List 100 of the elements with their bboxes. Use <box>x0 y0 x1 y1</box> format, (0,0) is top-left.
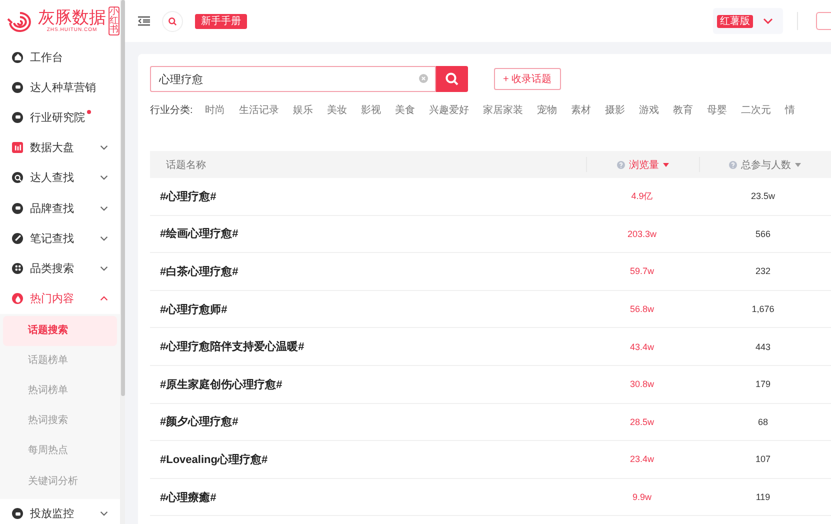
view-count: 9.9w <box>632 492 652 502</box>
sidebar-item[interactable]: 品类搜索 <box>0 253 120 284</box>
view-count: 56.8w <box>630 304 654 314</box>
participant-count: 232 <box>755 266 771 276</box>
category-label: 行业分类: <box>150 104 193 117</box>
category-tag[interactable]: 美妆 <box>326 103 347 117</box>
menu-icon <box>12 142 23 154</box>
view-count: 203.3w <box>627 228 657 239</box>
sidebar-item[interactable]: 达人种草营销 <box>0 72 120 102</box>
menu-icon <box>12 508 23 520</box>
view-count: 30.8w <box>630 379 654 390</box>
search-button[interactable] <box>436 66 468 92</box>
topic-name[interactable]: #心理疗愈陪伴支持爱心温暖# <box>160 339 304 354</box>
menu-label: 行业研究院 <box>30 110 85 125</box>
category-tag[interactable]: 游戏 <box>638 103 659 117</box>
collect-topic-button[interactable]: + 收录话题 <box>494 68 561 90</box>
search-icon <box>168 16 177 26</box>
view-count: 23.4w <box>630 454 654 464</box>
submenu-item[interactable]: 热词搜索 <box>3 406 117 436</box>
scrollbar-thumb[interactable] <box>121 0 125 396</box>
header-button[interactable] <box>816 12 831 30</box>
topic-name[interactable]: #白茶心理疗愈# <box>160 264 238 279</box>
column-header[interactable]: 总参与人数 <box>741 158 791 172</box>
menu-icon <box>12 172 23 184</box>
category-tag[interactable]: 教育 <box>672 103 693 117</box>
participant-count: 68 <box>758 416 768 427</box>
menu-icon <box>12 52 23 63</box>
menu-icon <box>12 202 23 214</box>
chevron-icon <box>763 18 773 24</box>
category-tag[interactable]: 影视 <box>360 103 381 117</box>
category-tag[interactable]: 摄影 <box>604 103 625 117</box>
sidebar-item[interactable]: 品牌查找 <box>0 192 120 224</box>
topic-name[interactable]: #心理療癒# <box>160 490 216 505</box>
participant-count: 1,676 <box>752 304 774 314</box>
category-tag[interactable]: 娱乐 <box>292 103 313 117</box>
participant-count: 107 <box>755 454 771 464</box>
logo-badge: 小红书 <box>108 6 120 36</box>
version-badge: 红薯版 <box>717 14 753 28</box>
topic-name[interactable]: #Lovealing心理疗愈# <box>160 452 268 467</box>
menu-label: 投放监控 <box>30 507 74 522</box>
help-icon[interactable] <box>729 160 737 168</box>
category-tag[interactable]: 宠物 <box>536 103 557 117</box>
guide-button[interactable]: 新手手册 <box>195 14 247 28</box>
topic-name[interactable]: #心理疗愈# <box>160 188 216 204</box>
clear-icon[interactable] <box>419 74 428 83</box>
sidebar-item[interactable]: 热门内容 <box>0 284 120 314</box>
sidebar-item[interactable]: 投放监控 <box>0 498 120 524</box>
sort-caret-icon[interactable] <box>663 162 669 166</box>
submenu-item[interactable]: 话题榜单 <box>3 346 117 376</box>
search-field[interactable]: 心理疗愈 <box>150 66 436 92</box>
category-tag[interactable]: 美食 <box>394 103 415 117</box>
participant-count: 566 <box>755 228 771 239</box>
version-selector[interactable]: 红薯版 <box>713 8 783 34</box>
logo-name: 灰豚数据 <box>38 9 106 27</box>
column-header: 话题名称 <box>166 158 206 172</box>
sidebar-item[interactable]: 笔记查找 <box>0 223 120 254</box>
search-icon <box>445 72 459 86</box>
menu-icon <box>12 262 23 274</box>
submenu-item[interactable]: 话题搜索 <box>3 316 117 346</box>
search-button[interactable] <box>162 10 183 32</box>
category-tag[interactable]: 情 <box>784 103 795 117</box>
sidebar-item[interactable]: 数据大盘 <box>0 132 120 163</box>
view-count: 43.4w <box>630 342 654 352</box>
topic-name[interactable]: #心理疗愈师# <box>160 302 228 317</box>
view-count: 4.9亿 <box>631 190 653 203</box>
menu-label: 工作台 <box>30 50 63 65</box>
submenu-item[interactable]: 每周热点 <box>3 436 117 467</box>
menu-label: 笔记查找 <box>30 232 74 246</box>
participant-count: 443 <box>755 342 771 352</box>
collapse-menu-icon[interactable] <box>138 16 150 26</box>
menu-label: 数据大盘 <box>30 141 74 156</box>
sidebar-item[interactable]: 达人查找 <box>0 162 120 193</box>
menu-label: 品类搜索 <box>30 262 74 276</box>
view-count: 28.5w <box>630 416 654 427</box>
menu-icon <box>12 82 23 93</box>
menu-icon <box>12 112 23 123</box>
category-tag[interactable]: 素材 <box>570 103 591 117</box>
column-header[interactable]: 浏览量 <box>629 158 659 172</box>
participant-count: 119 <box>756 492 770 502</box>
menu-icon <box>12 293 23 304</box>
category-tag[interactable]: 生活记录 <box>238 103 279 117</box>
category-tag[interactable]: 时尚 <box>204 103 225 117</box>
help-icon[interactable] <box>617 160 625 168</box>
view-count: 59.7w <box>630 266 654 276</box>
menu-icon <box>12 232 23 244</box>
menu-label: 达人查找 <box>30 171 74 186</box>
sidebar-item[interactable]: 行业研究院 <box>0 102 120 133</box>
sort-caret-icon[interactable] <box>795 162 801 166</box>
topic-name[interactable]: #颜夕心理疗愈# <box>160 414 238 430</box>
submenu-item[interactable]: 热词榜单 <box>3 376 117 406</box>
category-tag[interactable]: 母婴 <box>706 103 727 117</box>
submenu-item[interactable]: 关键词分析 <box>3 466 117 497</box>
participant-count: 23.5w <box>750 191 776 202</box>
topic-name[interactable]: #原生家庭创伤心理疗愈# <box>160 376 282 392</box>
participant-count: 179 <box>755 379 771 390</box>
category-tag[interactable]: 二次元 <box>740 103 771 117</box>
sidebar-item[interactable]: 工作台 <box>0 42 120 72</box>
topic-name[interactable]: #绘画心理疗愈# <box>160 226 238 242</box>
category-tag[interactable]: 家居家装 <box>482 103 523 117</box>
category-tag[interactable]: 兴趣爱好 <box>428 103 469 117</box>
